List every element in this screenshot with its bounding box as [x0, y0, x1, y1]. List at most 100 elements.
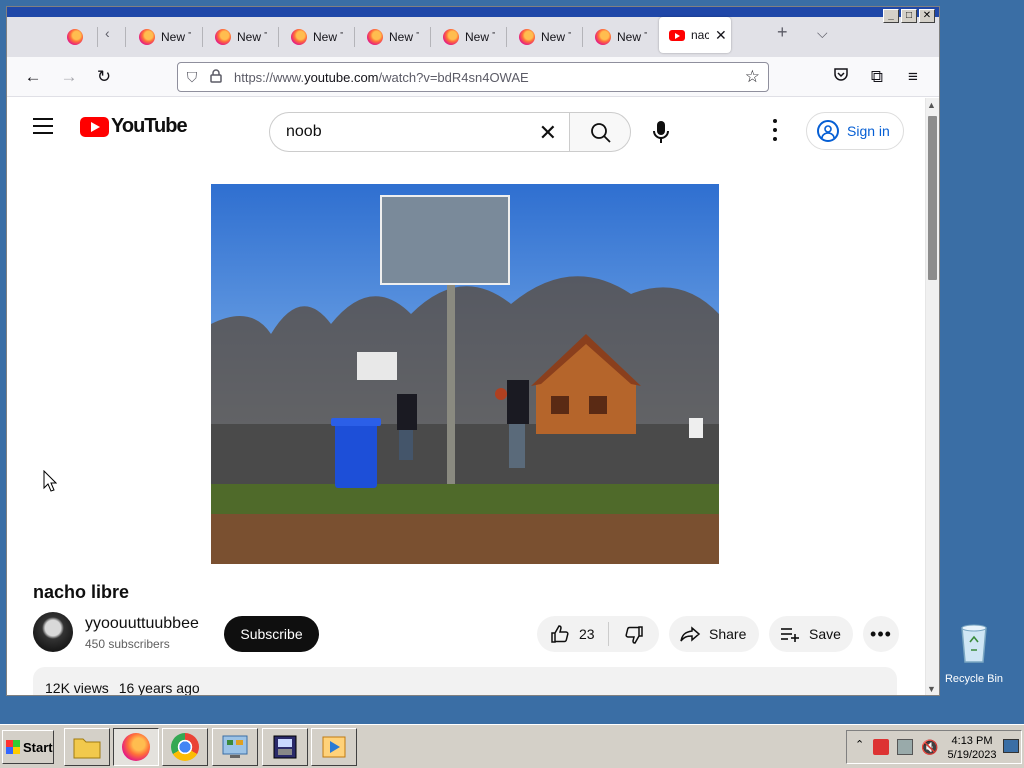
firefox-icon	[367, 29, 383, 45]
browser-window: ‹ New Tab New Tab New Tab New Tab New Ta…	[6, 6, 940, 696]
clock[interactable]: 4:13 PM 5/19/2023	[947, 734, 997, 762]
firefox-icon	[139, 29, 155, 45]
tab-new-tab-3[interactable]: New Tab	[281, 17, 343, 57]
close-tab-icon[interactable]: ✕	[715, 27, 727, 44]
voice-search-mic-icon[interactable]	[647, 118, 675, 146]
search-input[interactable]: noob ✕	[269, 112, 569, 152]
window-controls: _ □ ✕	[883, 9, 935, 23]
new-tab-plus-icon[interactable]: +	[777, 22, 788, 43]
guide-menu-icon[interactable]	[33, 118, 53, 134]
video-player[interactable]	[211, 184, 719, 564]
windows-flag-icon	[6, 740, 20, 754]
volume-muted-icon[interactable]: 🔇	[921, 739, 938, 756]
view-count: 12K views	[45, 680, 109, 696]
more-actions-icon[interactable]: •••	[863, 616, 899, 652]
youtube-logo[interactable]: YouTube	[80, 115, 188, 138]
thumbs-down-icon	[625, 625, 643, 644]
firefox-icon	[215, 29, 231, 45]
scroll-down-icon[interactable]: ▼	[927, 684, 936, 694]
subscribe-button[interactable]: Subscribe	[224, 616, 319, 652]
recycle-bin[interactable]: Recycle Bin	[944, 622, 1004, 685]
shield-icon[interactable]: ⛉	[178, 69, 206, 86]
settings-more-vertical-icon[interactable]	[773, 119, 781, 145]
scroll-up-icon[interactable]: ▲	[927, 100, 936, 110]
share-button[interactable]: Share	[669, 616, 759, 652]
system-tray: ⌃ 🔇 4:13 PM 5/19/2023	[846, 730, 1022, 764]
like-dislike-group: 23	[537, 616, 659, 652]
save-button[interactable]: Save	[769, 616, 853, 652]
search-button[interactable]	[569, 112, 631, 152]
thumbs-up-icon	[551, 625, 569, 643]
firefox-icon	[122, 733, 150, 761]
firefox-icon	[291, 29, 307, 45]
forward-arrow-icon[interactable]: →	[57, 65, 81, 89]
youtube-favicon-icon	[669, 29, 685, 41]
taskbar-video-player[interactable]	[311, 728, 357, 766]
sign-in-button[interactable]: Sign in	[806, 112, 904, 150]
taskbar-chrome[interactable]	[162, 728, 208, 766]
account-circle-icon	[817, 120, 839, 142]
taskbar-control-panel[interactable]	[212, 728, 258, 766]
video-title: nacho libre	[33, 582, 130, 602]
firefox-icon	[519, 29, 535, 45]
tab-new-tab-4[interactable]: New Tab	[357, 17, 419, 57]
firefox-view-button[interactable]	[57, 17, 97, 57]
pocket-icon[interactable]	[829, 65, 853, 89]
bookmark-star-icon[interactable]: ☆	[745, 67, 760, 87]
navigation-toolbar: ← → ↻ ⛉ https://www.youtube.com/watch?v=…	[7, 57, 939, 97]
scrollbar-thumb[interactable]	[928, 116, 937, 280]
firefox-icon	[443, 29, 459, 45]
maximize-button[interactable]: □	[901, 9, 917, 23]
channel-avatar[interactable]	[33, 612, 73, 652]
clear-search-icon[interactable]: ✕	[539, 120, 557, 146]
search-icon	[591, 123, 611, 143]
mouse-cursor-icon	[43, 470, 57, 492]
extensions-puzzle-icon[interactable]: ⧉	[865, 65, 889, 89]
tab-new-tab-7[interactable]: New Tab	[585, 17, 647, 57]
video-frame	[211, 184, 719, 564]
tab-new-tab-6[interactable]: New Tab	[509, 17, 571, 57]
taskbar-media-app[interactable]	[262, 728, 308, 766]
minimize-button[interactable]: _	[883, 9, 899, 23]
youtube-play-icon	[80, 116, 109, 137]
tab-new-tab-5[interactable]: New Tab	[433, 17, 495, 57]
tab-bar: ‹ New Tab New Tab New Tab New Tab New Ta…	[7, 7, 939, 57]
youtube-page: YouTube noob ✕ Sign in nacho libre yyoou…	[7, 98, 925, 696]
tab-youtube-active[interactable]: nacho libre - YouTube ✕	[659, 17, 731, 53]
network-icon[interactable]	[897, 739, 913, 755]
app-menu-icon[interactable]: ≡	[901, 65, 925, 89]
chrome-icon	[171, 733, 199, 761]
show-desktop-icon[interactable]	[1003, 739, 1019, 753]
show-hidden-icons-chevron-icon[interactable]: ⌃	[855, 738, 864, 751]
control-panel-icon	[222, 735, 248, 758]
scroll-tabs-left-icon[interactable]: ‹	[105, 25, 110, 41]
dislike-button[interactable]	[609, 620, 645, 649]
firefox-icon	[595, 29, 611, 45]
taskbar-firefox[interactable]	[113, 728, 159, 766]
start-button[interactable]: Start	[2, 730, 54, 764]
close-window-button[interactable]: ✕	[919, 9, 935, 23]
security-alert-icon[interactable]	[873, 739, 889, 755]
reload-icon[interactable]: ↻	[92, 65, 116, 89]
tab-new-tab-1[interactable]: New Tab	[129, 17, 191, 57]
lock-icon[interactable]	[206, 68, 226, 86]
subscriber-count: 450 subscribers	[85, 637, 170, 651]
channel-name[interactable]: yyoouuttuubbee	[85, 615, 199, 633]
description-box[interactable]: 12K views 16 years ago	[33, 667, 897, 696]
page-scrollbar[interactable]: ▲ ▼	[925, 98, 939, 695]
add-to-playlist-icon	[781, 628, 799, 642]
play-media-icon	[322, 736, 346, 758]
list-all-tabs-chevron-down-icon[interactable]: ⌵	[817, 25, 828, 42]
recycle-bin-icon	[961, 624, 987, 663]
taskbar-file-explorer[interactable]	[64, 728, 110, 766]
tab-new-tab-2[interactable]: New Tab	[205, 17, 267, 57]
url-bar[interactable]: ⛉ https://www.youtube.com/watch?v=bdR4sn…	[177, 62, 769, 92]
url-text: https://www.youtube.com/watch?v=bdR4sn4O…	[234, 69, 529, 85]
like-button[interactable]: 23	[537, 622, 609, 646]
back-arrow-icon[interactable]: ←	[21, 65, 45, 89]
share-arrow-icon	[680, 626, 701, 642]
folder-icon	[73, 738, 101, 759]
upload-age: 16 years ago	[118, 680, 200, 696]
film-icon	[273, 735, 297, 759]
firefox-icon	[67, 29, 83, 45]
